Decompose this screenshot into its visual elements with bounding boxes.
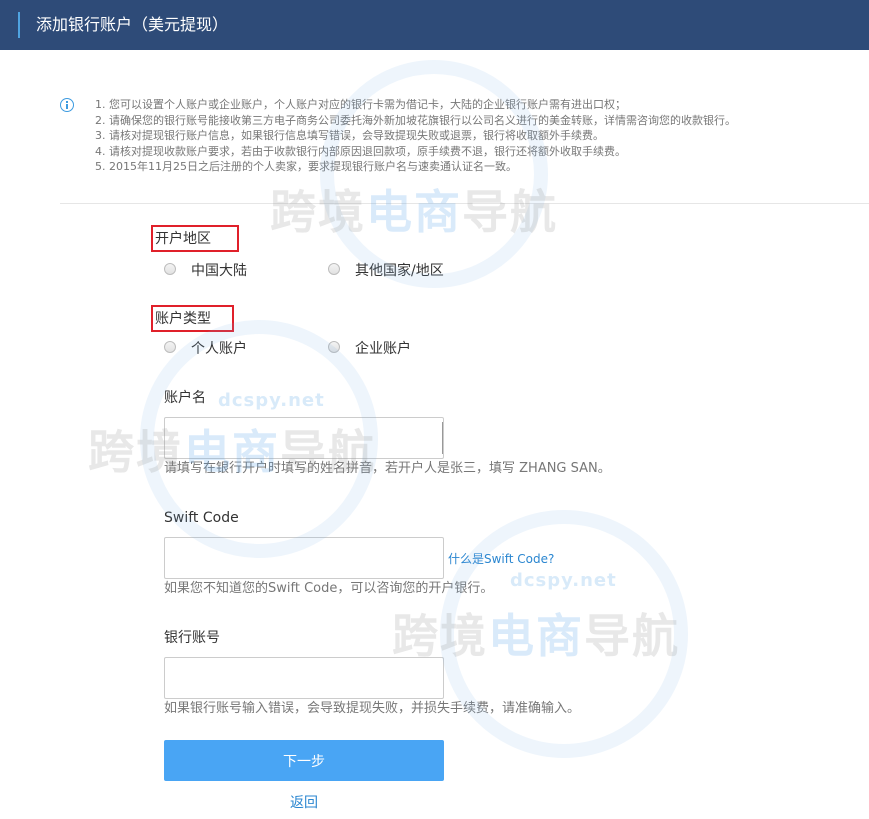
watermark-text-gray2: 导航	[462, 185, 558, 239]
swift-code-hint: 如果您不知道您的Swift Code，可以咨询您的开户银行。	[164, 581, 494, 596]
swift-code-label: Swift Code	[164, 510, 239, 526]
account-name-label: 账户名	[164, 390, 206, 406]
bank-account-hint: 如果银行账号输入错误，会导致提现失败，并损失手续费，请准确输入。	[164, 701, 581, 716]
notice-item: 3. 请核对提现银行账户信息，如果银行信息填写错误，会导致提现失败或退票，银行将…	[95, 129, 604, 142]
radio-region-other-label[interactable]: 其他国家/地区	[355, 262, 444, 280]
radio-type-personal-label[interactable]: 个人账户	[191, 340, 247, 358]
watermark-text-blue: 电商	[366, 185, 462, 239]
notice-list: 1. 您可以设置个人账户或企业账户，个人账户对应的银行卡需为借记卡，大陆的企业银…	[95, 97, 736, 175]
watermark-text: 跨境电商导航	[270, 176, 558, 242]
radio-type-business[interactable]	[328, 341, 340, 353]
watermark-url: dcspy.net	[510, 570, 617, 591]
text-cursor	[442, 422, 443, 454]
notice-item: 4. 请核对提现收款账户要求，若由于收款银行内部原因退回款项，原手续费不退，银行…	[95, 144, 626, 158]
account-name-hint: 请填写在银行开户时填写的姓名拼音，若开户人是张三，填写 ZHANG SAN。	[164, 461, 611, 476]
page-header: 添加银行账户（美元提现）	[0, 0, 869, 50]
back-link[interactable]: 返回	[290, 794, 318, 812]
section-divider	[60, 203, 869, 204]
radio-type-business-label[interactable]: 企业账户	[355, 340, 411, 358]
account-type-label: 账户类型	[151, 305, 234, 332]
watermark-text-blue: 电商	[488, 609, 584, 663]
notice-item: 1. 您可以设置个人账户或企业账户，个人账户对应的银行卡需为借记卡，大陆的企业银…	[95, 98, 626, 111]
watermark-text-gray2: 导航	[584, 609, 680, 663]
next-step-button[interactable]: 下一步	[164, 740, 444, 781]
header-accent-bar	[18, 12, 20, 38]
watermark-text-gray: 跨境	[392, 609, 488, 663]
radio-type-personal[interactable]	[164, 341, 176, 353]
account-name-input[interactable]	[164, 417, 444, 459]
page-title: 添加银行账户（美元提现）	[36, 15, 229, 34]
what-is-swift-code-link[interactable]: 什么是Swift Code?	[448, 551, 554, 567]
info-icon	[60, 98, 74, 112]
bank-account-input[interactable]	[164, 657, 444, 699]
bank-account-label: 银行账号	[164, 630, 220, 646]
notice-item: 5. 2015年11月25日之后注册的个人卖家，要求提现银行账户名与速卖通认证名…	[95, 160, 517, 173]
radio-region-mainland-label[interactable]: 中国大陆	[191, 262, 247, 280]
radio-region-mainland[interactable]	[164, 263, 176, 275]
add-bank-account-page: 添加银行账户（美元提现） 1. 您可以设置个人账户或企业账户，个人账户对应的银行…	[0, 0, 869, 819]
watermark-text-gray: 跨境	[270, 185, 366, 239]
watermark-url: dcspy.net	[218, 390, 325, 411]
swift-code-input[interactable]	[164, 537, 444, 579]
watermark-circle	[440, 510, 688, 758]
notice-item: 2. 请确保您的银行账号能接收第三方电子商务公司委托海外新加坡花旗银行以公司名义…	[95, 113, 736, 127]
radio-region-other[interactable]	[328, 263, 340, 275]
region-label: 开户地区	[151, 225, 239, 252]
